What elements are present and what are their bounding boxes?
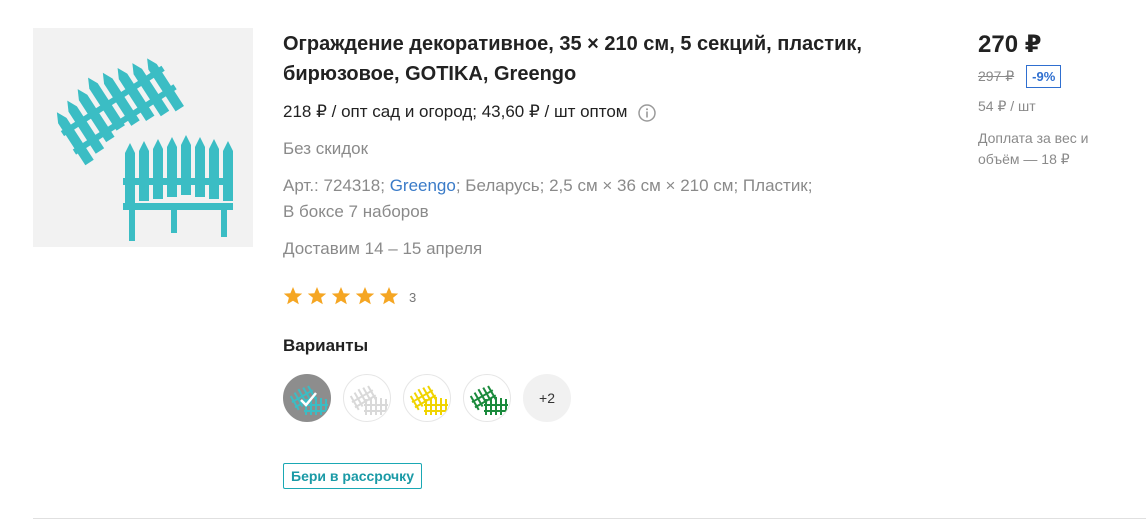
- info-icon[interactable]: [637, 104, 656, 122]
- wholesale-text: 218 ₽ / опт сад и огород; 43,60 ₽ / шт о…: [283, 102, 628, 121]
- installment-button[interactable]: Бери в рассрочку: [283, 463, 422, 489]
- product-card: Ограждение декоративное, 35 × 210 см, 5 …: [0, 0, 1146, 523]
- product-image[interactable]: [33, 28, 253, 247]
- rating-count: 3: [409, 289, 417, 305]
- star-icon: [355, 287, 375, 305]
- discount-badge: -9%: [1026, 65, 1062, 88]
- box-quantity: В боксе 7 наборов: [283, 202, 429, 221]
- product-title[interactable]: Ограждение декоративное, 35 × 210 см, 5 …: [283, 29, 923, 89]
- variant-turquoise[interactable]: [283, 374, 331, 422]
- fence-green-icon: [469, 385, 508, 415]
- star-icon: [379, 287, 399, 305]
- fence-white-icon: [349, 385, 388, 415]
- article-number: Арт.: 724318;: [283, 176, 385, 195]
- star-icon: [283, 287, 303, 305]
- old-price: 297 ₽: [978, 68, 1015, 84]
- variants-list: +2: [283, 374, 583, 422]
- variant-yellow[interactable]: [403, 374, 451, 422]
- wholesale-price: 218 ₽ / опт сад и огород; 43,60 ₽ / шт о…: [283, 100, 656, 124]
- more-variants-button[interactable]: +2: [523, 374, 571, 422]
- star-icon: [307, 287, 327, 305]
- delivery-info: Доставим 14 – 15 апреля: [283, 239, 483, 258]
- attributes-text: ; Беларусь; 2,5 см × 36 см × 210 см; Пла…: [455, 176, 813, 195]
- product-attributes: Арт.: 724318; Greengo; Беларусь; 2,5 см …: [283, 173, 923, 225]
- variant-green[interactable]: [463, 374, 511, 422]
- variant-white[interactable]: [343, 374, 391, 422]
- fence-image-icon: [52, 55, 233, 241]
- surcharge-note: Доплата за вес и объём — 18 ₽: [978, 130, 1089, 167]
- star-icon: [331, 287, 351, 305]
- old-price-row: 297 ₽ -9%: [978, 65, 1062, 88]
- discount-note: Без скидок: [283, 139, 368, 158]
- fence-turquoise-icon: [289, 385, 328, 415]
- unit-price: 54 ₽ / шт: [978, 98, 1036, 114]
- brand-link[interactable]: Greengo: [390, 176, 456, 195]
- current-price: 270 ₽: [978, 31, 1042, 58]
- divider: [33, 518, 1146, 519]
- variants-title: Варианты: [283, 336, 369, 355]
- rating[interactable]: 3: [283, 286, 416, 306]
- fence-yellow-icon: [409, 385, 448, 415]
